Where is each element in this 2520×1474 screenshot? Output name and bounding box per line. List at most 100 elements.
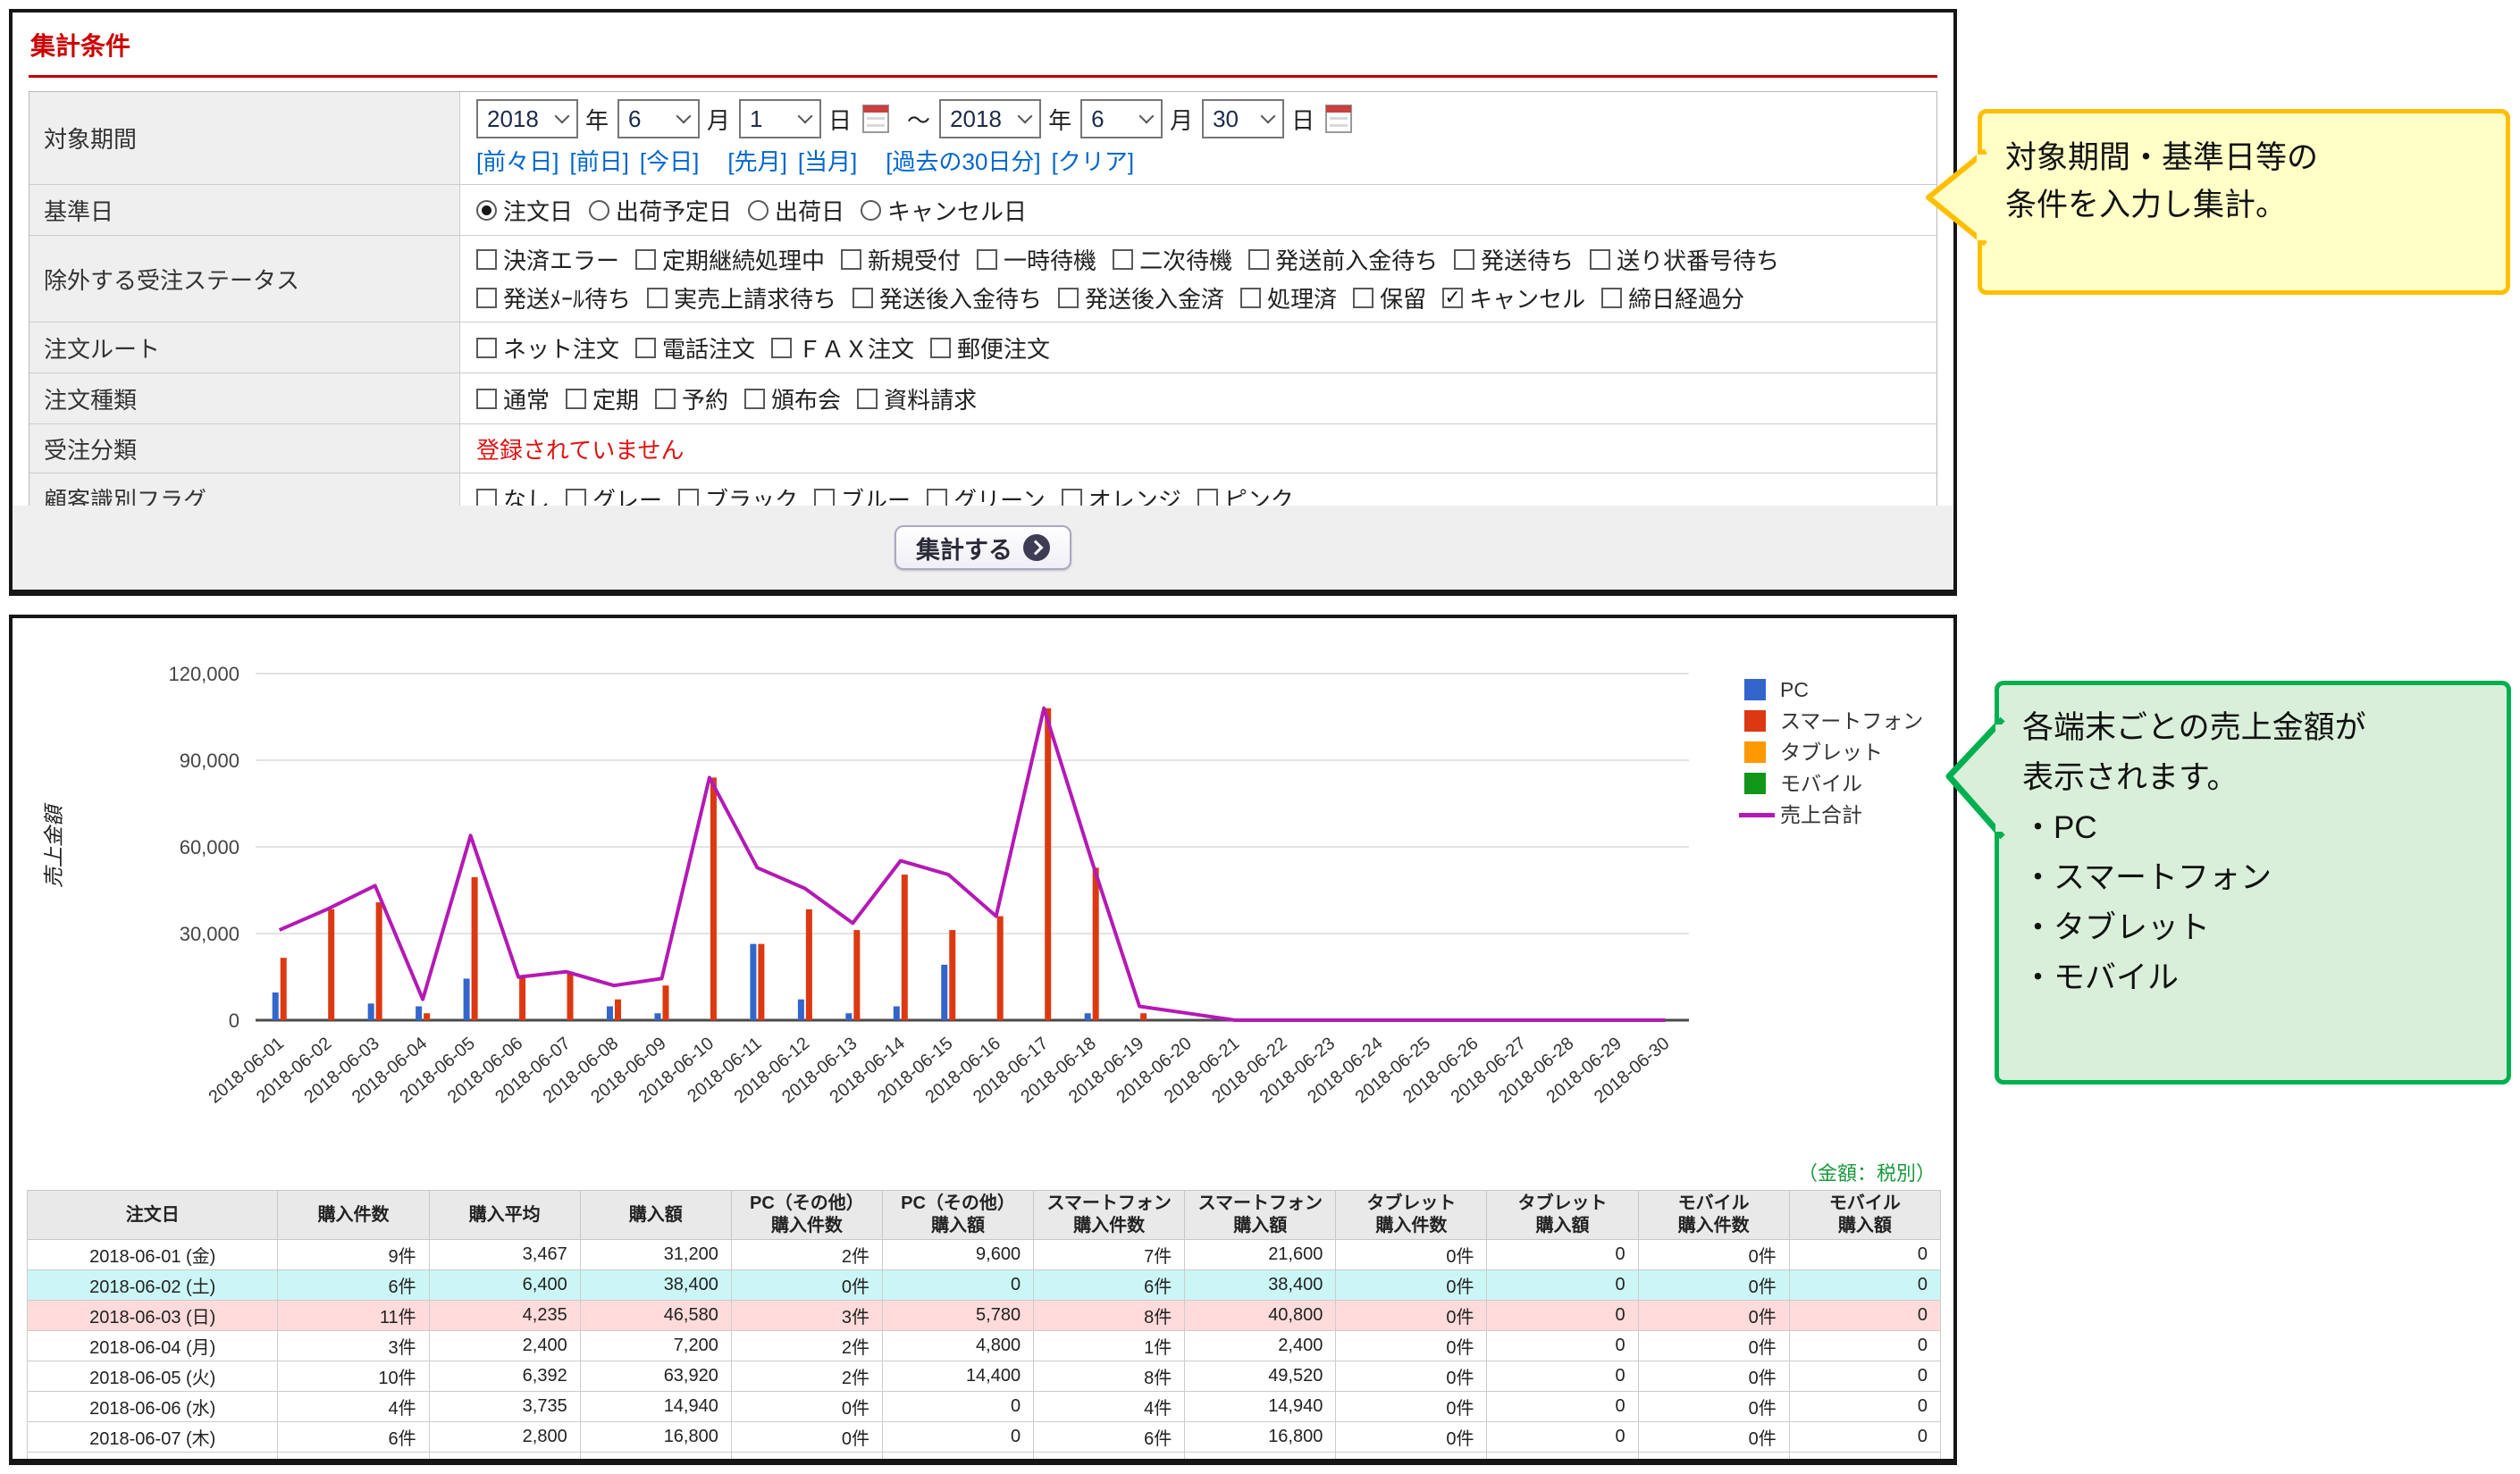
checkbox-option[interactable]: ＦＡＸ注文 [771, 331, 914, 364]
checkbox-icon [857, 389, 878, 409]
aggregate-button[interactable]: 集計する [895, 525, 1071, 570]
checkbox-option[interactable]: 締日経過分 [1601, 281, 1744, 314]
radio-icon [589, 200, 609, 221]
column-header: 注文日 [28, 1191, 278, 1240]
checkbox-option[interactable]: 定期 [566, 382, 639, 415]
checkbox-icon [1240, 288, 1261, 308]
value-cell: 2件 [731, 1361, 882, 1392]
checkbox-icon [1353, 288, 1373, 308]
checkbox-option[interactable]: 二次待機 [1113, 243, 1232, 276]
checkbox-option[interactable]: 決済エラー [476, 243, 619, 276]
option-label: 送り状番号待ち [1617, 243, 1779, 276]
checkbox-option[interactable]: キャンセル [1442, 281, 1585, 314]
checkbox-option[interactable]: 定期継続処理中 [635, 243, 825, 276]
option-label: 発送前入金待ち [1275, 243, 1438, 276]
chevron-down-icon [1139, 109, 1155, 124]
value-cell: 14,940 [580, 1392, 731, 1422]
chevron-down-icon [1261, 109, 1276, 124]
checkbox-option[interactable]: 発送後入金待ち [853, 281, 1042, 314]
to-year-select[interactable]: 2018 [939, 99, 1041, 138]
checkbox-icon [635, 249, 656, 270]
table-row: 2018-06-02 (土)6件6,40038,4000件06件38,4000件… [28, 1270, 1941, 1301]
checkbox-option[interactable]: 電話注文 [635, 331, 755, 364]
calendar-icon[interactable] [1325, 105, 1352, 133]
checkbox-option[interactable]: 発送後入金済 [1058, 281, 1224, 314]
checkbox-option[interactable]: 予約 [655, 382, 728, 415]
value-cell: 0 [882, 1270, 1033, 1301]
checkbox-option[interactable]: 保留 [1353, 281, 1426, 314]
value-cell: 0 [1487, 1270, 1638, 1301]
option-label: キャンセル日 [887, 194, 1027, 227]
checkbox-option[interactable]: 発送前入金待ち [1248, 243, 1438, 276]
period-link[interactable]: [当月] [798, 148, 857, 175]
callout-pointer-left [1944, 716, 2006, 841]
checkbox-option[interactable]: ネット注文 [476, 331, 619, 364]
to-day-select[interactable]: 30 [1202, 99, 1284, 138]
radio-option[interactable]: 出荷日 [748, 194, 844, 227]
checkbox-icon [1113, 249, 1133, 270]
calendar-icon[interactable] [862, 105, 889, 133]
value-cell: 0件 [1336, 1361, 1487, 1392]
value-cell: 0 [1789, 1301, 1940, 1331]
from-month-select[interactable]: 6 [617, 99, 700, 138]
aggregation-conditions-panel: 集計条件 対象期間 2018 年 6 月 1 日 ～ 2018 年 6 月 [9, 9, 1957, 596]
results-table: 注文日購入件数購入平均購入額PC（その他） 購入件数PC（その他） 購入額スマー… [27, 1190, 1941, 1465]
option-label: 保留 [1380, 281, 1426, 314]
period-link[interactable]: [クリア] [1052, 148, 1134, 175]
option-label: キャンセル [1469, 281, 1585, 314]
chevron-down-icon [555, 109, 570, 124]
table-row: 2018-06-03 (日)11件4,23546,5803件5,7808件40,… [28, 1301, 1941, 1331]
value-cell: 6,392 [429, 1361, 580, 1392]
period-link[interactable]: [過去の30日分] [886, 148, 1040, 175]
checkbox-icon [476, 288, 497, 308]
period-link[interactable]: [先月] [727, 148, 786, 175]
period-link[interactable]: [前日] [569, 148, 628, 175]
submit-band: 集計する [13, 506, 1953, 590]
checkbox-icon [771, 338, 792, 358]
form-row-order-route: 注文ルート ネット注文電話注文ＦＡＸ注文郵便注文 [29, 322, 1936, 373]
checkbox-icon [1590, 249, 1610, 270]
checkbox-option[interactable]: 頒布会 [744, 382, 841, 415]
checkbox-icon [744, 389, 765, 409]
checkbox-option[interactable]: 一時待機 [977, 243, 1096, 276]
option-label: 注文日 [503, 194, 573, 227]
table-row: 2018-06-07 (木)6件2,80016,8000件06件16,8000件… [28, 1422, 1941, 1453]
radio-option[interactable]: キャンセル日 [861, 194, 1027, 227]
value-cell: 0 [1487, 1392, 1638, 1422]
radio-option[interactable]: 注文日 [476, 194, 573, 227]
checkbox-option[interactable]: 発送ﾒｰﾙ待ち [476, 281, 631, 314]
checkbox-icon [930, 338, 951, 358]
option-label: 定期継続処理中 [662, 243, 825, 276]
checkbox-option[interactable]: 実売上請求待ち [647, 281, 836, 314]
order-class-label: 受注分類 [29, 424, 460, 473]
checkbox-option[interactable]: 処理済 [1240, 281, 1337, 314]
value-cell: 2,400 [429, 1331, 580, 1361]
order-date-cell: 2018-06-06 (水) [28, 1392, 278, 1422]
option-label: 頒布会 [771, 382, 841, 415]
checkbox-option[interactable]: 郵便注文 [930, 331, 1050, 364]
svg-text:120,000: 120,000 [168, 663, 239, 685]
checkbox-option[interactable]: 通常 [476, 382, 550, 415]
value-cell: 4,800 [882, 1331, 1033, 1361]
from-year-select[interactable]: 2018 [476, 99, 578, 138]
checkbox-option[interactable]: 新規受付 [841, 243, 961, 276]
checkbox-icon [635, 338, 656, 358]
checkbox-icon [476, 249, 497, 270]
value-cell: 0件 [1638, 1270, 1789, 1301]
value-cell: 21,600 [1185, 1240, 1336, 1270]
table-row: 2018-06-04 (月)3件2,4007,2002件4,8001件2,400… [28, 1331, 1941, 1361]
checkbox-option[interactable]: 資料請求 [857, 382, 977, 415]
period-link[interactable]: [前々日] [476, 148, 559, 175]
callout-conditions: 対象期間・基準日等の 条件を入力し集計。 [1978, 109, 2510, 295]
checkbox-option[interactable]: 発送待ち [1454, 243, 1574, 276]
from-day-select[interactable]: 1 [739, 99, 821, 138]
period-link[interactable]: [今日] [640, 148, 699, 175]
option-label: ネット注文 [503, 331, 619, 364]
year-unit: 年 [1048, 103, 1071, 136]
value-cell: 38,400 [580, 1270, 731, 1301]
radio-option[interactable]: 出荷予定日 [589, 194, 732, 227]
to-month-select[interactable]: 6 [1080, 99, 1163, 138]
callout-conditions-text: 対象期間・基準日等の 条件を入力し集計。 [1982, 113, 2506, 250]
checkbox-option[interactable]: 送り状番号待ち [1590, 243, 1779, 276]
table-header-row: 注文日購入件数購入平均購入額PC（その他） 購入件数PC（その他） 購入額スマー… [28, 1191, 1941, 1240]
